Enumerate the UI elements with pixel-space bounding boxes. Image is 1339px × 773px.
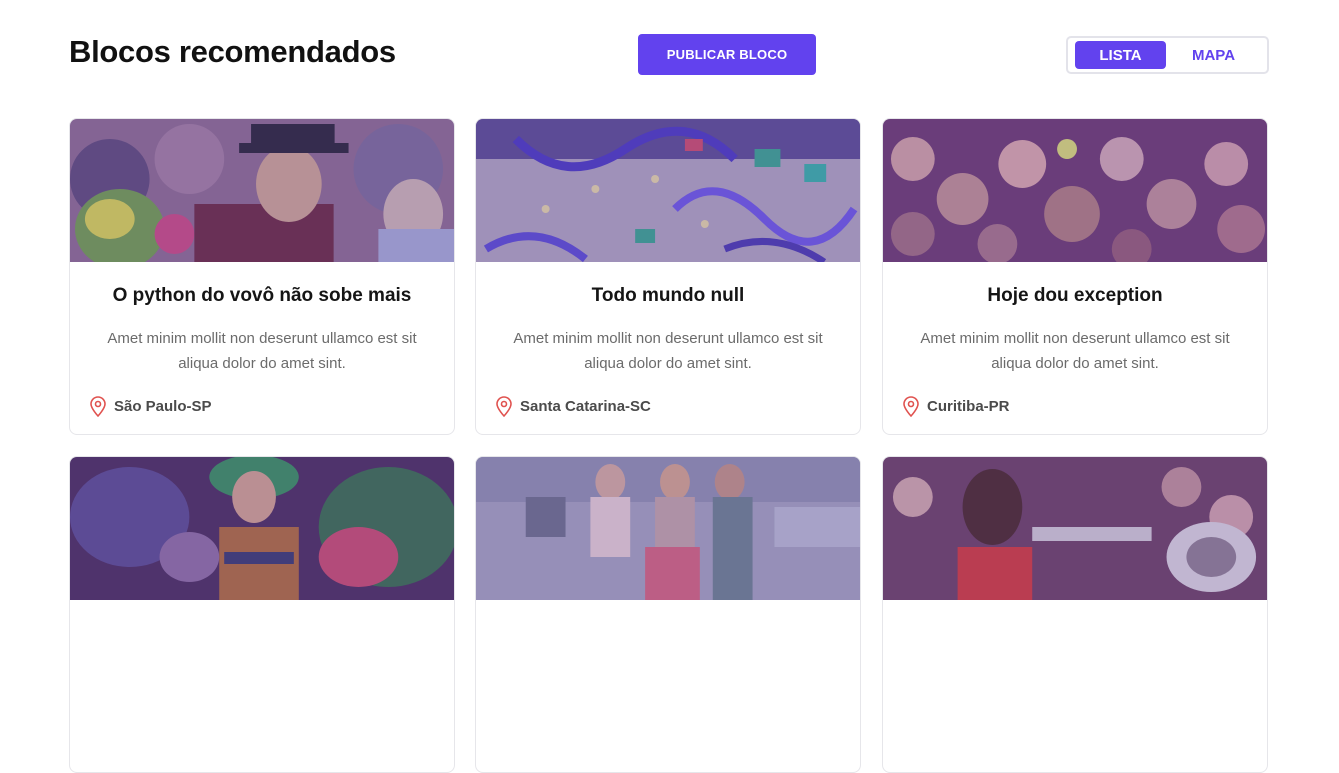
block-card[interactable] (475, 456, 861, 773)
location-label: São Paulo-SP (114, 397, 212, 415)
card-title: Todo mundo null (591, 285, 745, 306)
card-description: Amet minim mollit non deserunt ullamco e… (107, 330, 417, 372)
card-image (70, 119, 454, 262)
card-location: Santa Catarina-SC (496, 395, 651, 417)
location-pin-icon (903, 395, 919, 417)
publish-block-button[interactable]: PUBLICAR BLOCO (638, 34, 816, 75)
page-header: Blocos recomendados PUBLICAR BLOCO LISTA… (0, 0, 1339, 110)
card-image (883, 119, 1267, 262)
card-image (70, 457, 454, 600)
card-image (476, 457, 860, 600)
card-description: Amet minim mollit non deserunt ullamco e… (513, 330, 823, 372)
view-toggle: LISTA MAPA (1066, 36, 1269, 74)
list-view-tab[interactable]: LISTA (1075, 41, 1166, 69)
block-card[interactable] (882, 456, 1268, 773)
card-image (883, 457, 1267, 600)
location-label: Santa Catarina-SC (520, 397, 651, 415)
card-description: Amet minim mollit non deserunt ullamco e… (920, 330, 1230, 372)
card-image (476, 119, 860, 262)
map-view-tab[interactable]: MAPA (1168, 41, 1259, 69)
location-pin-icon (496, 395, 512, 417)
location-label: Curitiba-PR (927, 397, 1010, 415)
block-card[interactable]: O python do vovô não sobe mais Amet mini… (69, 118, 455, 435)
block-card[interactable] (69, 456, 455, 773)
block-card[interactable]: Todo mundo null Amet minim mollit non de… (475, 118, 861, 435)
card-title: Hoje dou exception (987, 285, 1163, 306)
location-pin-icon (90, 395, 106, 417)
card-location: São Paulo-SP (90, 395, 212, 417)
card-title: O python do vovô não sobe mais (112, 285, 412, 306)
card-location: Curitiba-PR (903, 395, 1010, 417)
page-title: Blocos recomendados (69, 34, 396, 69)
block-card[interactable]: Hoje dou exception Amet minim mollit non… (882, 118, 1268, 435)
